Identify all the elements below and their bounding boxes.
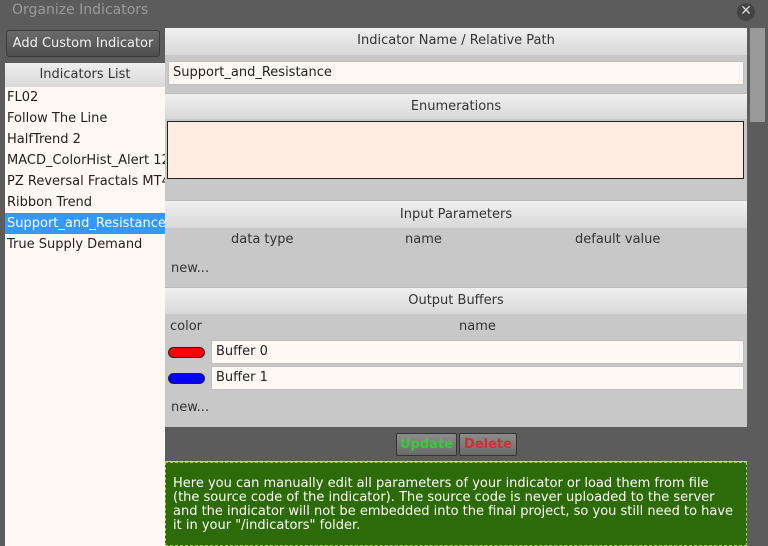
- add-custom-indicator-button[interactable]: Add Custom Indicator: [6, 30, 160, 57]
- list-item[interactable]: Ribbon Trend: [5, 192, 165, 213]
- list-item-selected[interactable]: Support_and_Resistance: [5, 213, 165, 234]
- new-input-parameter-link[interactable]: new...: [171, 261, 209, 276]
- window-title: Organize Indicators: [12, 2, 149, 18]
- input-parameters-header: Input Parameters: [165, 200, 747, 228]
- list-item[interactable]: Follow The Line: [5, 108, 165, 129]
- scrollbar-thumb[interactable]: [750, 28, 765, 122]
- indicators-list-title: Indicators List: [5, 63, 165, 87]
- new-output-buffer-link[interactable]: new...: [171, 400, 209, 415]
- column-buffer-name: name: [459, 319, 496, 334]
- indicator-name-header: Indicator Name / Relative Path: [165, 28, 747, 55]
- column-name: name: [405, 232, 442, 247]
- action-bar: Update Delete: [165, 427, 747, 461]
- indicator-name-input[interactable]: Support_and_Resistance: [168, 61, 744, 85]
- indicator-editor: Indicator Name / Relative Path Support_a…: [165, 28, 747, 546]
- vertical-scrollbar[interactable]: [749, 28, 767, 546]
- close-icon[interactable]: ✕: [737, 3, 755, 21]
- column-default-value: default value: [575, 232, 661, 247]
- list-item[interactable]: True Supply Demand: [5, 234, 165, 255]
- title-bar: Organize Indicators ✕: [0, 0, 768, 24]
- list-item[interactable]: MACD_ColorHist_Alert 12: [5, 150, 165, 171]
- enumerations-header: Enumerations: [165, 93, 747, 119]
- buffer-color-swatch[interactable]: [168, 373, 205, 384]
- indicators-list-panel: Indicators List FL02 Follow The Line Hal…: [5, 63, 165, 546]
- output-buffers-header: Output Buffers: [165, 287, 747, 314]
- buffer-color-swatch[interactable]: [168, 347, 205, 358]
- column-color: color: [170, 319, 203, 334]
- buffer-name-input[interactable]: Buffer 0: [211, 340, 744, 364]
- list-item[interactable]: FL02: [5, 87, 165, 108]
- list-item[interactable]: HalfTrend 2: [5, 129, 165, 150]
- buffer-name-input[interactable]: Buffer 1: [211, 366, 744, 390]
- delete-button[interactable]: Delete: [459, 433, 517, 456]
- enumerations-textarea[interactable]: [167, 121, 744, 179]
- column-data-type: data type: [231, 232, 294, 247]
- help-message: Here you can manually edit all parameter…: [165, 462, 747, 546]
- update-button[interactable]: Update: [396, 433, 457, 456]
- list-item[interactable]: PZ Reversal Fractals MT4: [5, 171, 165, 192]
